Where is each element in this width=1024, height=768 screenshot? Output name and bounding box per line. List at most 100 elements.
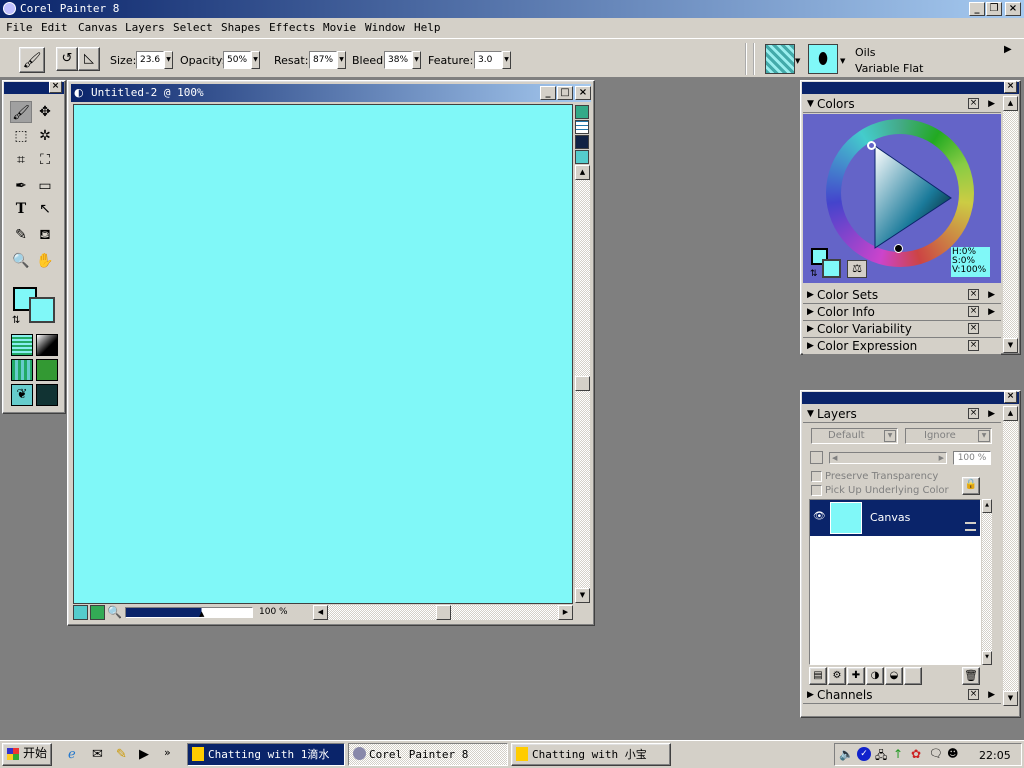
color-sets-close-icon[interactable]: × — [968, 289, 979, 300]
drawing-mode-icon[interactable] — [73, 605, 88, 620]
size-field[interactable]: 23.6 — [136, 51, 164, 69]
composite-method-select[interactable]: Default ▼ — [811, 428, 898, 444]
layer-list-scroll-down[interactable]: ▼ — [982, 651, 992, 665]
rectangle-shape-icon[interactable]: ▭ — [34, 175, 56, 197]
magic-wand-icon[interactable]: ✲ — [34, 125, 56, 147]
expand-arrow-icon[interactable]: ▶ — [807, 687, 814, 703]
horizontal-scroll-thumb[interactable] — [436, 605, 451, 620]
layers-panel-close-icon[interactable]: × — [968, 408, 979, 419]
channels-panel-header[interactable]: ▶ Channels × ▶ — [803, 687, 1001, 704]
layers-panel-header[interactable]: ▼ Layers × ▶ — [803, 406, 1001, 423]
dropdown-arrow-icon[interactable]: ▼ — [884, 430, 896, 442]
minimize-button[interactable]: _ — [969, 2, 985, 16]
look-selector-icon[interactable] — [36, 384, 58, 406]
collapse-arrow-icon[interactable]: ▼ — [807, 406, 814, 422]
doc-maximize-button[interactable]: □ — [557, 86, 573, 100]
network-icon[interactable]: 🖧 — [875, 747, 887, 766]
quicklaunch-app-icon[interactable]: ✎ — [116, 747, 127, 762]
delete-layer-icon[interactable]: 🗑 — [962, 667, 980, 685]
color-expression-panel-header[interactable]: ▶ Color Expression × — [803, 338, 1001, 355]
canvas[interactable] — [73, 104, 573, 604]
gradient-selector-icon[interactable] — [36, 334, 58, 356]
brush-tool-icon[interactable]: 🖌 — [19, 47, 45, 73]
menu-shapes[interactable]: Shapes — [221, 21, 261, 34]
nozzle-selector-icon[interactable]: ❦ — [11, 384, 33, 406]
toolbar-grip[interactable] — [745, 43, 755, 75]
taskbar-item-chat-1[interactable]: Chatting with 1滴水 — [187, 743, 345, 766]
dropdown-arrow-icon[interactable]: ▼ — [978, 430, 990, 442]
vertical-scroll-thumb[interactable] — [575, 376, 590, 391]
expand-arrow-icon[interactable]: ▶ — [807, 321, 814, 337]
menu-file[interactable]: File — [6, 21, 33, 34]
blank-command-icon[interactable] — [904, 667, 922, 685]
color-info-close-icon[interactable]: × — [968, 306, 979, 317]
zoom-value[interactable]: 100 % — [259, 607, 288, 617]
color-info-menu-icon[interactable]: ▶ — [988, 304, 995, 320]
brush-variant-dropdown-icon[interactable]: ▼ — [840, 57, 845, 65]
color-variability-close-icon[interactable]: × — [968, 323, 979, 334]
saturation-value-triangle[interactable] — [843, 136, 959, 252]
color-sets-menu-icon[interactable]: ▶ — [988, 287, 995, 303]
panel-additional-color-swatch[interactable] — [822, 259, 841, 278]
expand-arrow-icon[interactable]: ▶ — [807, 304, 814, 320]
feature-field[interactable]: 3.0 — [474, 51, 502, 69]
scroll-right-button[interactable]: ▶ — [558, 605, 573, 620]
pickup-color-checkbox[interactable] — [811, 485, 822, 496]
colors-palette-scrollbar[interactable]: ▲ ▼ — [1003, 96, 1018, 353]
grabber-icon[interactable]: ✋ — [34, 250, 56, 272]
clone-color-icon[interactable]: ⚖ — [847, 260, 867, 278]
scroll-left-button[interactable]: ◀ — [313, 605, 328, 620]
resat-slider-button[interactable]: ▼ — [337, 51, 346, 69]
menu-layers[interactable]: Layers — [125, 21, 165, 34]
chat-tray-icon[interactable]: 🗨 — [929, 747, 943, 760]
layer-opacity-field[interactable]: 100 % — [953, 451, 991, 465]
channels-menu-icon[interactable]: ▶ — [988, 687, 995, 703]
layers-scroll-up-button[interactable]: ▲ — [1003, 406, 1018, 421]
taskbar-item-painter[interactable]: Corel Painter 8 — [348, 743, 508, 766]
colors-scroll-down-button[interactable]: ▼ — [1003, 338, 1018, 353]
start-button[interactable]: 开始 — [2, 743, 52, 766]
layers-window-close-button[interactable]: × — [1004, 391, 1017, 403]
restore-button[interactable]: ❐ — [986, 2, 1002, 16]
security-check-icon[interactable]: ✓ — [857, 747, 871, 761]
shape-selection-icon[interactable]: ↖ — [34, 198, 56, 220]
opacity-slider-right-icon[interactable]: ▶ — [939, 454, 944, 462]
bleed-slider-button[interactable]: ▼ — [412, 51, 421, 69]
scroll-down-button[interactable]: ▼ — [575, 588, 590, 603]
qq-tray-icon[interactable]: ☻ — [947, 747, 958, 760]
magnifier-icon[interactable]: 🔍 — [10, 250, 32, 272]
expand-arrow-icon[interactable]: ▶ — [807, 338, 814, 354]
menu-edit[interactable]: Edit — [41, 21, 68, 34]
scroll-up-button[interactable]: ▲ — [575, 165, 590, 180]
brush-category-name[interactable]: Oils — [855, 46, 876, 59]
menu-window[interactable]: Window — [365, 21, 405, 34]
colors-window-close-button[interactable]: × — [1004, 81, 1017, 93]
layers-scroll-down-button[interactable]: ▼ — [1003, 691, 1018, 706]
panel-swap-icon[interactable]: ⇅ — [810, 269, 818, 279]
vertical-scrollbar[interactable]: ▲ ▼ — [575, 165, 590, 603]
pen-icon[interactable]: ✒ — [10, 175, 32, 197]
close-button[interactable]: × — [1005, 2, 1021, 16]
quicklaunch-outlook-icon[interactable]: ✉ — [92, 747, 103, 762]
grid-toggle-icon[interactable] — [575, 120, 589, 134]
layer-commands-icon[interactable]: ▤ — [809, 667, 827, 685]
colors-panel-header[interactable]: ▼ Colors × ▶ — [803, 96, 1001, 113]
taskbar-item-chat-2[interactable]: Chatting with 小宝 — [511, 743, 671, 766]
rect-select-icon[interactable]: ⬚ — [10, 125, 32, 147]
lock-layer-icon[interactable]: 🔒 — [962, 477, 980, 495]
text-tool-icon[interactable]: T — [10, 198, 32, 220]
weaving-selector-icon[interactable] — [36, 359, 58, 381]
brush-menu-arrow-icon[interactable]: ▶ — [1004, 44, 1012, 55]
brush-variant-icon[interactable]: ⬮ — [808, 44, 838, 74]
layer-visibility-eye-icon[interactable]: 👁 — [813, 511, 826, 522]
brush-category-dropdown-icon[interactable]: ▼ — [795, 57, 800, 65]
new-mask-icon[interactable]: ◒ — [885, 667, 903, 685]
tracing-paper-icon[interactable] — [575, 105, 589, 119]
layers-palette-scrollbar[interactable]: ▲ ▼ — [1003, 406, 1018, 706]
red-tray-icon[interactable]: ✿ — [911, 747, 921, 761]
size-slider-button[interactable]: ▼ — [164, 51, 173, 69]
layer-mask-icon[interactable]: ◑ — [866, 667, 884, 685]
layer-adjuster-icon[interactable]: ✥ — [34, 101, 56, 123]
swap-colors-icon[interactable]: ⇅ — [12, 315, 20, 326]
zoom-slider-thumb[interactable]: ▲ — [199, 610, 204, 618]
